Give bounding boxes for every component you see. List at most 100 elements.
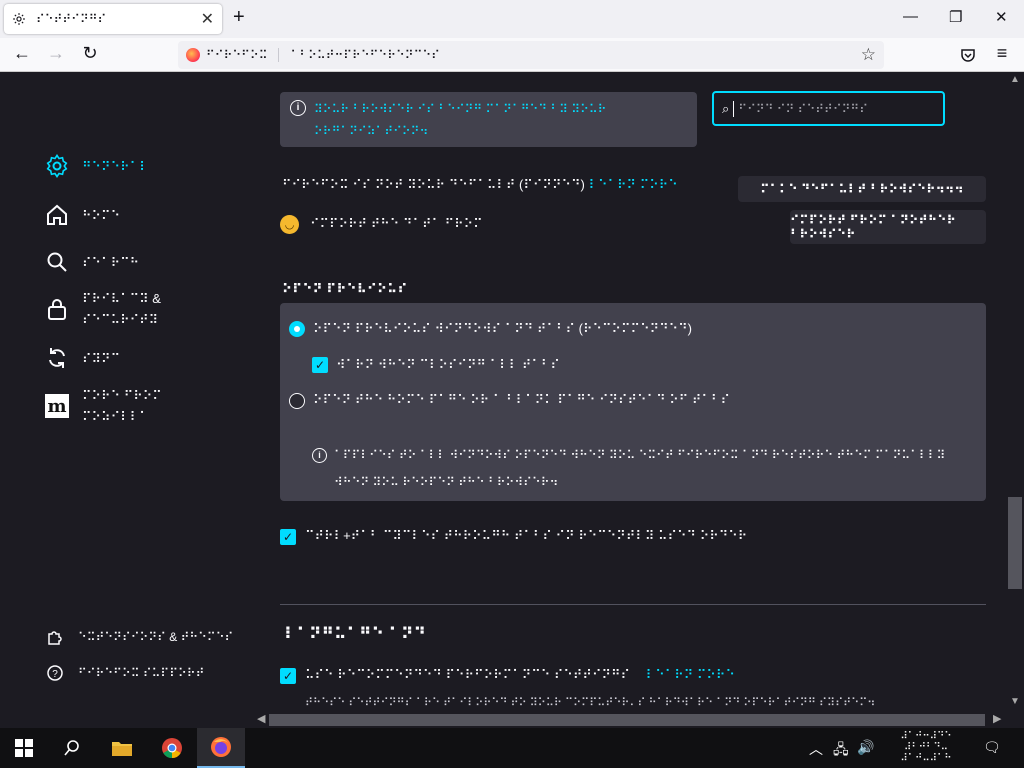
svg-text:?: ?: [52, 669, 58, 680]
url-bar[interactable]: ⠋⠊⠗⠑⠋⠕⠭ ⠁⠃⠕⠥⠞⠒⠏⠗⠑⠋⠑⠗⠑⠝⠉⠑⠎ ☆: [178, 41, 884, 69]
clock-line2: ⠼⠃⠚⠃⠙⠤: [904, 742, 948, 753]
learn-more-link[interactable]: ⠇⠑⠁⠗⠝ ⠍⠕⠗⠑: [646, 667, 735, 682]
clock-line1: ⠼⠁⠚⠒⠼⠙⠑: [900, 731, 952, 742]
recommended-performance-checkbox[interactable]: ✓: [280, 668, 296, 684]
footer-label: ⠑⠭⠞⠑⠝⠎⠊⠕⠝⠎ & ⠞⠓⠑⠍⠑⠎: [78, 630, 234, 644]
search-input[interactable]: ⌕ ⠋⠊⠝⠙ ⠊⠝ ⠎⠑⠞⠞⠊⠝⠛⠎: [712, 91, 945, 126]
section-heading: ⠕⠏⠑⠝ ⠏⠗⠑⠧⠊⠕⠥⠎: [282, 281, 408, 296]
lock-icon: [44, 296, 70, 322]
windows-start-icon[interactable]: [0, 728, 48, 768]
info-line1: ⠁⠏⠏⠇⠊⠑⠎ ⠞⠕ ⠁⠇⠇ ⠺⠊⠝⠙⠕⠺⠎ ⠕⠏⠑⠝⠑⠙ ⠺⠓⠑⠝ ⠽⠕⠥ ⠑…: [334, 448, 946, 462]
url-text[interactable]: ⠁⠃⠕⠥⠞⠒⠏⠗⠑⠋⠑⠗⠑⠝⠉⠑⠎: [291, 48, 440, 62]
default-browser-status: ⠋⠊⠗⠑⠋⠕⠭ ⠊⠎ ⠝⠕⠞ ⠽⠕⠥⠗ ⠙⠑⠋⠁⠥⠇⠞ (⠏⠊⠝⠝⠑⠙) ⠇⠑⠁…: [282, 177, 678, 193]
learn-more-link[interactable]: ⠇⠑⠁⠗⠝ ⠍⠕⠗⠑: [588, 177, 677, 192]
recommended-performance-row: ⠥⠎⠑ ⠗⠑⠉⠕⠍⠍⠑⠝⠙⠑⠙ ⠏⠑⠗⠋⠕⠗⠍⠁⠝⠉⠑ ⠎⠑⠞⠞⠊⠝⠛⠎ ⠇⠑⠁…: [305, 667, 735, 683]
sidebar-item-general[interactable]: ⠛⠑⠝⠑⠗⠁⠇: [44, 153, 149, 179]
make-default-button[interactable]: ⠍⠁⠅⠑ ⠙⠑⠋⠁⠥⠇⠞ ⠃⠗⠕⠺⠎⠑⠗⠲⠲⠲: [738, 176, 986, 202]
volume-icon[interactable]: 🔊: [857, 739, 874, 756]
close-icon[interactable]: ✕: [201, 9, 214, 29]
ctrl-tab-checkbox[interactable]: ✓: [280, 529, 296, 545]
vertical-scrollbar[interactable]: ▲ ▼: [1006, 72, 1024, 712]
sidebar-item-label: ⠛⠑⠝⠑⠗⠁⠇: [82, 158, 149, 174]
window-close-icon[interactable]: ✕: [995, 8, 1008, 26]
gear-icon: [44, 153, 70, 179]
open-homepage-radio[interactable]: [289, 393, 305, 409]
info-icon: i: [290, 100, 306, 116]
sidebar-item-label: ⠏⠗⠊⠧⠁⠉⠽ &: [82, 291, 161, 306]
sidebar-item-label: ⠍⠕⠵⠊⠇⠇⠁: [82, 409, 149, 424]
open-homepage-label[interactable]: ⠕⠏⠑⠝ ⠞⠓⠑ ⠓⠕⠍⠑ ⠏⠁⠛⠑ ⠕⠗ ⠁ ⠃⠇⠁⠝⠅ ⠏⠁⠛⠑ ⠊⠝⠎⠞⠑…: [313, 392, 730, 408]
notice-line1[interactable]: ⠽⠕⠥⠗ ⠃⠗⠕⠺⠎⠑⠗ ⠊⠎ ⠃⠑⠊⠝⠛ ⠍⠁⠝⠁⠛⠑⠙ ⠃⠽ ⠽⠕⠥⠗: [314, 98, 685, 120]
identity-label: ⠋⠊⠗⠑⠋⠕⠭: [206, 48, 279, 62]
sidebar-item-extensions-themes[interactable]: ⠑⠭⠞⠑⠝⠎⠊⠕⠝⠎ & ⠞⠓⠑⠍⠑⠎: [46, 628, 233, 646]
performance-description: ⠞⠓⠑⠎⠑ ⠎⠑⠞⠞⠊⠝⠛⠎ ⠁⠗⠑ ⠞⠁⠊⠇⠕⠗⠑⠙ ⠞⠕ ⠽⠕⠥⠗ ⠉⠕⠍⠏…: [305, 697, 876, 709]
sidebar-item-search[interactable]: ⠎⠑⠁⠗⠉⠓: [44, 249, 139, 275]
notice-line2[interactable]: ⠕⠗⠛⠁⠝⠊⠵⠁⠞⠊⠕⠝⠲: [314, 120, 685, 142]
sidebar-item-label: ⠎⠽⠝⠉: [82, 350, 121, 366]
gear-icon: [13, 13, 25, 25]
smile-icon: ◡: [280, 215, 299, 234]
warn-on-close-label[interactable]: ⠺⠁⠗⠝ ⠺⠓⠑⠝ ⠉⠇⠕⠎⠊⠝⠛ ⠁⠇⠇ ⠞⠁⠃⠎: [336, 357, 560, 373]
search-icon[interactable]: [48, 728, 96, 768]
home-icon: [44, 202, 70, 228]
restore-session-label[interactable]: ⠕⠏⠑⠝ ⠏⠗⠑⠧⠊⠕⠥⠎ ⠺⠊⠝⠙⠕⠺⠎ ⠁⠝⠙ ⠞⠁⠃⠎ (⠗⠑⠉⠕⠍⠍⠑⠝…: [313, 321, 692, 337]
menu-icon[interactable]: ≡: [990, 43, 1014, 64]
sidebar-item-firefox-support[interactable]: ? ⠋⠊⠗⠑⠋⠕⠭ ⠎⠥⠏⠏⠕⠗⠞: [46, 664, 204, 682]
scroll-down-icon[interactable]: ▼: [1010, 696, 1020, 707]
text-cursor: [733, 100, 735, 117]
sidebar-item-home[interactable]: ⠓⠕⠍⠑: [44, 202, 120, 228]
firefox-icon[interactable]: [197, 728, 245, 768]
sidebar-item-label: ⠓⠕⠍⠑: [82, 207, 121, 223]
pocket-icon[interactable]: [960, 47, 976, 63]
recommended-performance-label[interactable]: ⠥⠎⠑ ⠗⠑⠉⠕⠍⠍⠑⠝⠙⠑⠙ ⠏⠑⠗⠋⠕⠗⠍⠁⠝⠉⠑ ⠎⠑⠞⠞⠊⠝⠛⠎: [305, 667, 630, 682]
tab-strip: ⠎⠑⠞⠞⠊⠝⠛⠎ ✕ + — ❐ ✕: [0, 0, 1024, 38]
help-icon: ?: [46, 664, 64, 682]
policy-notice: i ⠽⠕⠥⠗ ⠃⠗⠕⠺⠎⠑⠗ ⠊⠎ ⠃⠑⠊⠝⠛ ⠍⠁⠝⠁⠛⠑⠙ ⠃⠽ ⠽⠕⠥⠗ …: [280, 92, 697, 147]
tab-settings[interactable]: ⠎⠑⠞⠞⠊⠝⠛⠎ ✕: [4, 4, 222, 34]
sync-icon: [44, 345, 70, 371]
default-browser-text: ⠋⠊⠗⠑⠋⠕⠭ ⠊⠎ ⠝⠕⠞ ⠽⠕⠥⠗ ⠙⠑⠋⠁⠥⠇⠞ (⠏⠊⠝⠝⠑⠙): [282, 177, 585, 192]
info-line2: ⠺⠓⠑⠝ ⠽⠕⠥ ⠗⠑⠕⠏⠑⠝ ⠞⠓⠑ ⠃⠗⠕⠺⠎⠑⠗⠲: [334, 475, 559, 489]
search-icon: ⌕: [722, 100, 730, 116]
scrollbar-thumb[interactable]: [1008, 497, 1022, 589]
sidebar-item-label: ⠍⠕⠗⠑ ⠋⠗⠕⠍: [82, 388, 162, 403]
file-explorer-icon[interactable]: [98, 728, 146, 768]
nav-toolbar: ← → ↻ ⠋⠊⠗⠑⠋⠕⠭ ⠁⠃⠕⠥⠞⠒⠏⠗⠑⠋⠑⠗⠑⠝⠉⠑⠎ ☆ ≡: [0, 38, 1024, 72]
scrollbar-thumb[interactable]: [269, 714, 985, 726]
scroll-up-icon[interactable]: ▲: [1010, 74, 1020, 85]
reload-icon[interactable]: ↻: [78, 43, 102, 64]
minimize-icon[interactable]: —: [903, 8, 918, 25]
sidebar-item-more-from-mozilla[interactable]: m ⠍⠕⠗⠑ ⠋⠗⠕⠍ ⠍⠕⠵⠊⠇⠇⠁: [44, 385, 162, 427]
import-button[interactable]: ⠊⠍⠏⠕⠗⠞ ⠋⠗⠕⠍ ⠁⠝⠕⠞⠓⠑⠗ ⠃⠗⠕⠺⠎⠑⠗: [790, 210, 986, 244]
section-divider: [280, 604, 986, 605]
tab-title: ⠎⠑⠞⠞⠊⠝⠛⠎: [36, 12, 107, 26]
info-icon: i: [312, 448, 327, 463]
clock-line3: ⠼⠁⠚⠤⠼⠁⠓: [900, 753, 952, 764]
sidebar-item-sync[interactable]: ⠎⠽⠝⠉: [44, 345, 120, 371]
chevron-up-icon[interactable]: ︿: [809, 739, 823, 759]
horizontal-scrollbar[interactable]: ◀ ▶: [255, 712, 1006, 727]
restore-session-radio[interactable]: [289, 321, 305, 337]
ctrl-tab-label[interactable]: ⠉⠞⠗⠇+⠞⠁⠃ ⠉⠽⠉⠇⠑⠎ ⠞⠓⠗⠕⠥⠛⠓ ⠞⠁⠃⠎ ⠊⠝ ⠗⠑⠉⠑⠝⠞⠇⠽…: [305, 528, 747, 544]
star-icon[interactable]: ☆: [861, 45, 876, 65]
restore-icon[interactable]: ❐: [949, 8, 962, 26]
taskbar: ︿ 🖧 🔊 ⠼⠁⠚⠒⠼⠙⠑ ⠼⠃⠚⠃⠙⠤ ⠼⠁⠚⠤⠼⠁⠓ 🗨: [0, 728, 1024, 768]
plus-icon[interactable]: +: [233, 6, 245, 29]
chrome-icon[interactable]: [148, 728, 196, 768]
sidebar-item-label: ⠎⠑⠁⠗⠉⠓: [82, 254, 140, 270]
sidebar-item-label: ⠎⠑⠉⠥⠗⠊⠞⠽: [82, 312, 159, 327]
notification-icon[interactable]: 🗨: [983, 739, 1001, 756]
footer-label: ⠋⠊⠗⠑⠋⠕⠭ ⠎⠥⠏⠏⠕⠗⠞: [78, 666, 205, 680]
clock[interactable]: ⠼⠁⠚⠒⠼⠙⠑ ⠼⠃⠚⠃⠙⠤ ⠼⠁⠚⠤⠼⠁⠓: [886, 731, 966, 764]
forward-icon[interactable]: →: [44, 43, 68, 64]
scroll-left-icon[interactable]: ◀: [257, 712, 265, 725]
puzzle-icon: [46, 628, 64, 646]
sidebar-item-privacy[interactable]: ⠏⠗⠊⠧⠁⠉⠽ & ⠎⠑⠉⠥⠗⠊⠞⠽: [44, 288, 161, 330]
warn-on-close-checkbox[interactable]: ✓: [312, 357, 328, 373]
firefox-icon: [186, 48, 200, 62]
restore-info-note: i ⠁⠏⠏⠇⠊⠑⠎ ⠞⠕ ⠁⠇⠇ ⠺⠊⠝⠙⠕⠺⠎ ⠕⠏⠑⠝⠑⠙ ⠺⠓⠑⠝ ⠽⠕⠥…: [312, 442, 952, 496]
back-icon[interactable]: ←: [10, 43, 34, 64]
scroll-right-icon[interactable]: ▶: [993, 712, 1001, 725]
network-icon[interactable]: 🖧: [833, 739, 849, 763]
search-placeholder: ⠋⠊⠝⠙ ⠊⠝ ⠎⠑⠞⠞⠊⠝⠛⠎: [738, 101, 868, 116]
